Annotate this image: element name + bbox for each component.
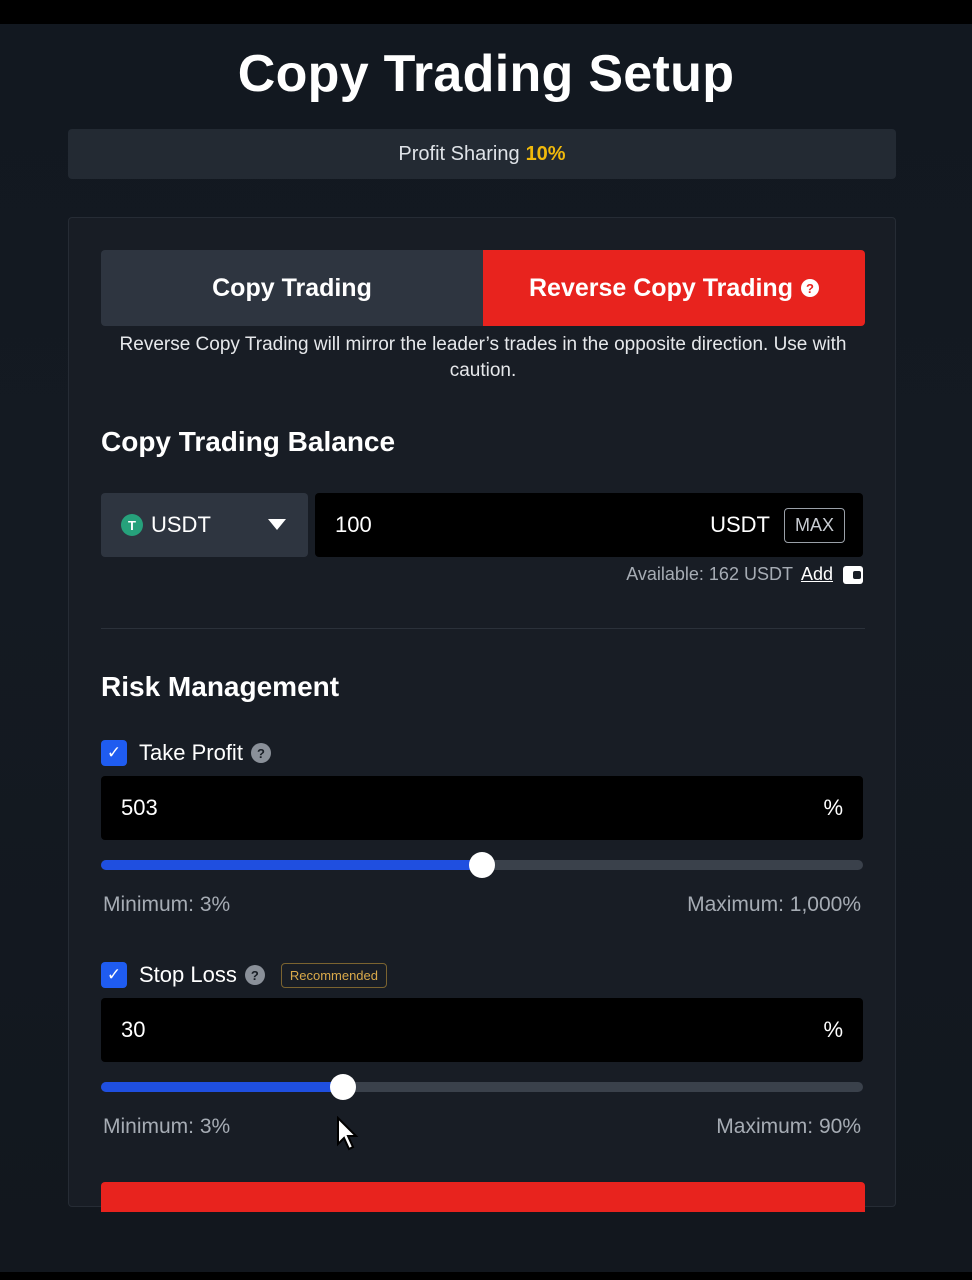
profit-sharing-bar: Profit Sharing 10% <box>68 129 896 179</box>
stop-loss-value: 30 <box>121 1017 146 1042</box>
profit-sharing-value: 10% <box>525 142 566 165</box>
tab-reverse-copy-trading[interactable]: Reverse Copy Trading ? <box>483 250 865 326</box>
take-profit-input[interactable]: 503 % <box>101 776 863 840</box>
tab-reverse-copy-trading-label: Reverse Copy Trading <box>529 273 793 302</box>
recommended-badge: Recommended <box>280 962 387 988</box>
wallet-icon[interactable] <box>843 565 863 584</box>
reverse-warning-text: Reverse Copy Trading will mirror the lea… <box>119 334 847 381</box>
currency-select[interactable]: T USDT <box>101 493 308 557</box>
tab-copy-trading-label: Copy Trading <box>212 273 372 302</box>
tether-coin-icon: T <box>121 514 143 536</box>
available-balance-row: Available: 162 USDT Add <box>626 564 863 585</box>
question-icon[interactable]: ? <box>250 743 271 763</box>
setup-card: Copy Trading Reverse Copy Trading ? Reve… <box>68 217 896 1212</box>
take-profit-max-label: Maximum: 1,000% <box>687 893 861 916</box>
balance-section-title: Copy Trading Balance <box>101 426 396 457</box>
mouse-cursor-icon <box>337 1116 359 1151</box>
currency-label: USDT <box>151 512 211 537</box>
take-profit-min-label: Minimum: 3% <box>103 893 231 916</box>
stop-loss-slider[interactable] <box>101 1074 863 1100</box>
take-profit-slider-fill <box>101 860 482 870</box>
stop-loss-min-label: Minimum: 3% <box>103 1115 231 1138</box>
profit-sharing-label: Profit Sharing <box>398 142 520 165</box>
balance-amount-value: 100 <box>335 512 372 537</box>
take-profit-label: Take Profit <box>139 740 243 765</box>
stop-loss-slider-fill <box>101 1082 343 1092</box>
app-screen: Copy Trading Setup Profit Sharing 10% Co… <box>0 24 972 1272</box>
page-title: Copy Trading Setup <box>237 45 735 103</box>
balance-unit: USDT <box>710 512 770 537</box>
mode-tabs: Copy Trading Reverse Copy Trading ? <box>101 250 865 326</box>
take-profit-unit: % <box>823 795 843 820</box>
take-profit-row: ✓ Take Profit ? <box>101 740 271 766</box>
stop-loss-checkbox[interactable]: ✓ <box>101 962 127 988</box>
take-profit-checkbox[interactable]: ✓ <box>101 740 127 766</box>
confirm-button[interactable] <box>101 1182 865 1212</box>
available-balance-text: Available: 162 USDT <box>626 564 793 584</box>
question-icon[interactable]: ? <box>800 279 819 297</box>
tab-copy-trading[interactable]: Copy Trading <box>101 250 483 326</box>
add-funds-link[interactable]: Add <box>801 564 833 585</box>
take-profit-value: 503 <box>121 795 158 820</box>
balance-amount-input[interactable]: 100 USDT MAX <box>315 493 863 557</box>
question-icon[interactable]: ? <box>244 965 265 985</box>
stop-loss-input[interactable]: 30 % <box>101 998 863 1062</box>
take-profit-slider-handle[interactable] <box>469 852 495 878</box>
risk-section-title: Risk Management <box>101 671 340 702</box>
stop-loss-label: Stop Loss <box>139 962 237 987</box>
stop-loss-unit: % <box>823 1017 843 1042</box>
max-button[interactable]: MAX <box>783 507 845 543</box>
stop-loss-max-label: Maximum: 90% <box>716 1115 861 1138</box>
caret-down-icon <box>268 519 286 530</box>
stop-loss-row: ✓ Stop Loss ? Recommended <box>101 962 387 988</box>
take-profit-slider[interactable] <box>101 852 863 878</box>
stop-loss-slider-handle[interactable] <box>329 1074 356 1100</box>
section-divider <box>101 628 865 629</box>
